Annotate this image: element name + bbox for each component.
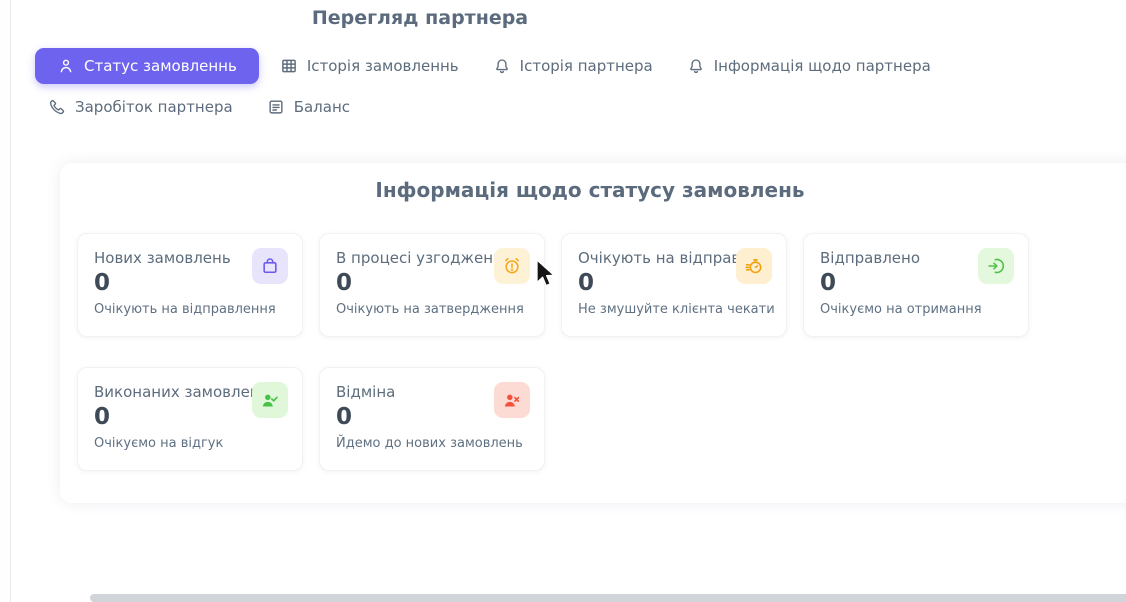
person-remove-icon	[494, 382, 530, 418]
panel-title: Інформація щодо статусу замовлень	[60, 178, 1120, 202]
bell-icon	[687, 57, 705, 75]
person-check-icon	[252, 382, 288, 418]
status-card-subtitle: Очікуємо на отримання	[820, 302, 1012, 317]
table-grid-icon	[280, 57, 298, 75]
tab-partner-earnings[interactable]: Заробіток партнера	[35, 90, 246, 124]
status-card-subtitle: Очікуємо на відгук	[94, 436, 286, 451]
status-card-cancelled: Відміна 0 Йдемо до нових замовлень	[319, 367, 545, 471]
tab-partner-info[interactable]: Інформація щодо партнера	[674, 49, 944, 83]
tab-label: Інформація щодо партнера	[714, 57, 931, 75]
person-icon	[57, 57, 75, 75]
tab-label: Історія замовленнь	[307, 57, 459, 75]
status-card-subtitle: Очікують на відправлення	[94, 302, 286, 317]
tab-partner-history[interactable]: Історія партнера	[480, 49, 666, 83]
tab-label: Заробіток партнера	[75, 98, 233, 116]
order-status-panel: Інформація щодо статусу замовлень Нових …	[60, 163, 1126, 503]
bell-icon	[493, 57, 511, 75]
phone-icon	[48, 98, 66, 116]
tab-label: Баланс	[294, 98, 350, 116]
shopping-bag-icon	[252, 248, 288, 284]
tab-bar: Статус замовленнь Історія замовленнь Іст…	[35, 48, 1125, 124]
tab-order-history[interactable]: Історія замовленнь	[267, 49, 472, 83]
page-title: Перегляд партнера	[0, 7, 840, 29]
status-card-awaiting-shipment: Очікують на відправку 0 Не змушуйте кліє…	[561, 233, 787, 337]
left-panel-edge	[0, 0, 11, 602]
tab-order-status[interactable]: Статус замовленнь	[35, 48, 259, 84]
alarm-exclaim-icon	[494, 248, 530, 284]
status-card-completed: Виконаних замовлень 0 Очікуємо на відгук	[77, 367, 303, 471]
status-card-subtitle: Очікують на затвердження	[336, 302, 528, 317]
status-cards: Нових замовлень 0 Очікують на відправлен…	[77, 233, 1087, 471]
status-card-subtitle: Йдемо до нових замовлень	[336, 436, 528, 451]
status-card-subtitle: Не змушуйте клієнта чекати	[578, 302, 770, 317]
login-arrow-icon	[978, 248, 1014, 284]
tab-label: Статус замовленнь	[84, 57, 237, 75]
article-icon	[267, 98, 285, 116]
status-card-new-orders: Нових замовлень 0 Очікують на відправлен…	[77, 233, 303, 337]
horizontal-scrollbar-thumb[interactable]	[90, 594, 1126, 602]
timer-fast-icon	[736, 248, 772, 284]
tab-label: Історія партнера	[520, 57, 653, 75]
status-card-in-approval: В процесі узгодження 0 Очікують на затве…	[319, 233, 545, 337]
status-card-shipped: Відправлено 0 Очікуємо на отримання	[803, 233, 1029, 337]
tab-balance[interactable]: Баланс	[254, 90, 363, 124]
